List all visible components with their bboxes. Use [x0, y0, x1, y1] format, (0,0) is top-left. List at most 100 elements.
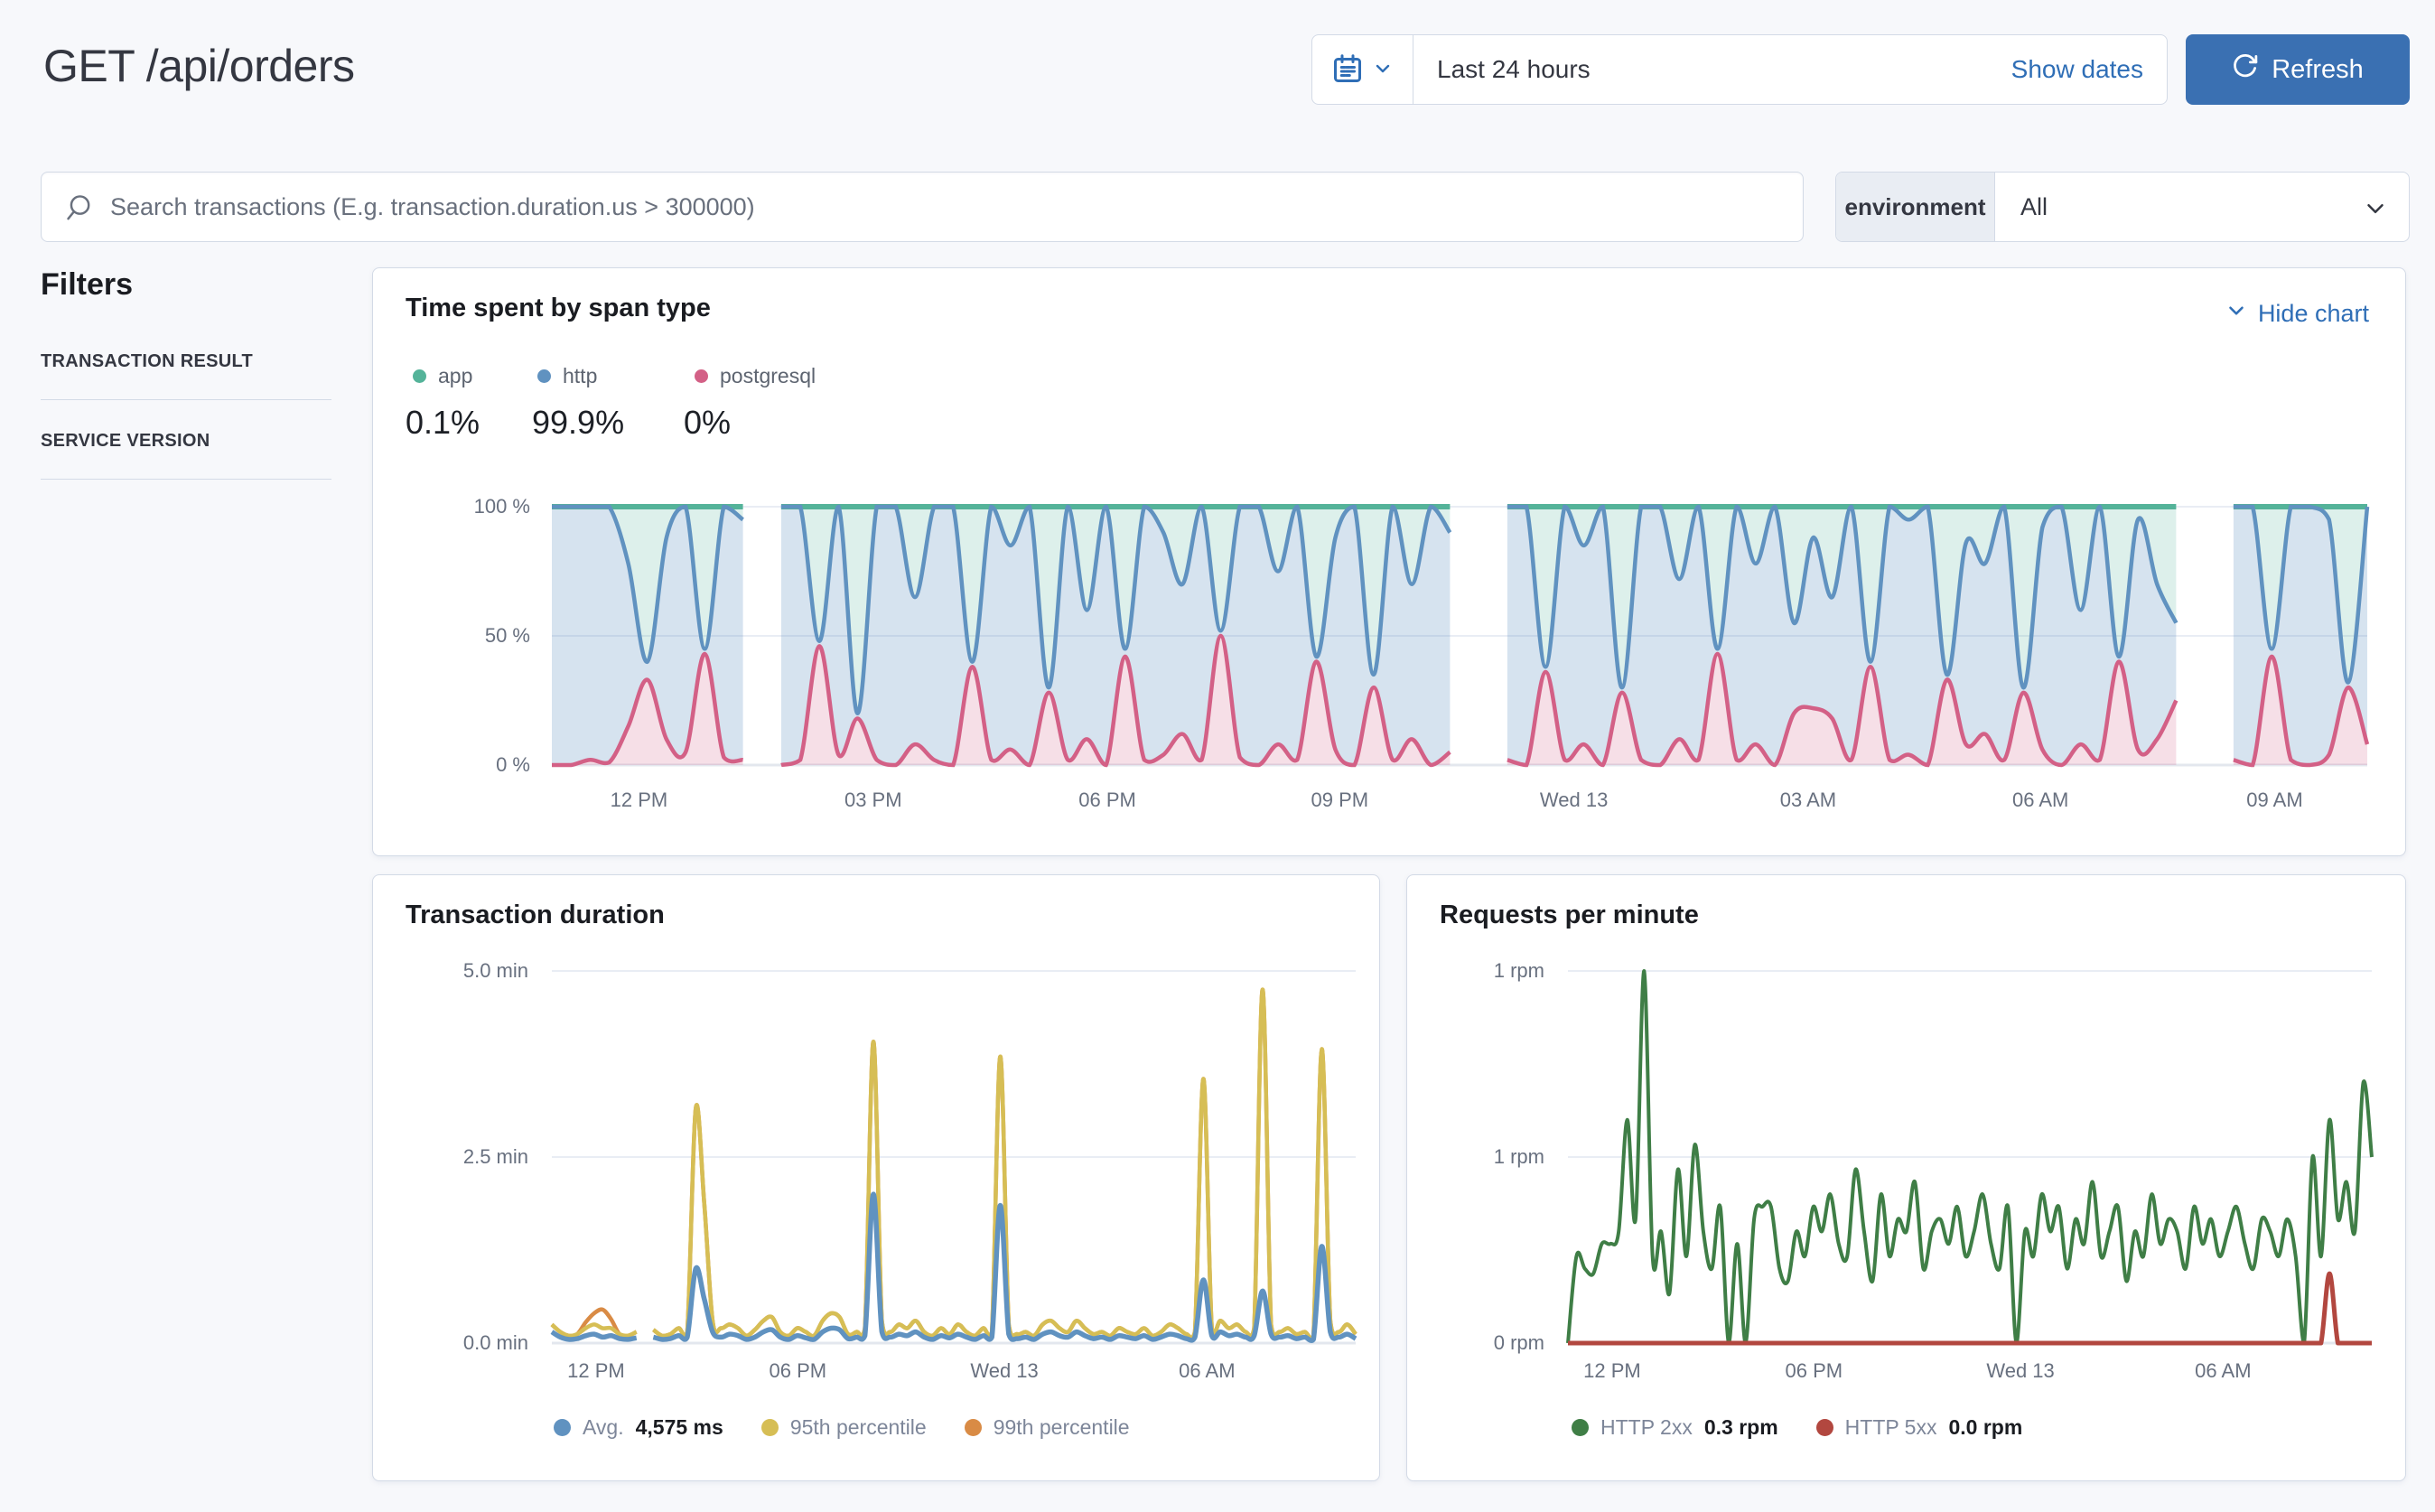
x-axis-label: 12 PM [610, 789, 668, 811]
span-chart-svg [551, 504, 2370, 768]
environment-value: All [2020, 192, 2048, 220]
transaction-duration-panel: Transaction duration 5.0 min 2.5 min 0.0 m… [372, 874, 1380, 1481]
hide-chart-label: Hide chart [2257, 300, 2369, 327]
legend-value: 4,575 ms [635, 1415, 723, 1439]
legend-item-95th-percentile[interactable]: 95th percentile [760, 1415, 927, 1440]
chart-legend: HTTP 2xx 0.3 rpm HTTP 5xx 0.0 rpm [1572, 1415, 2022, 1440]
x-axis-label: 03 AM [1779, 789, 1837, 811]
legend-dot [537, 369, 551, 383]
req-plot-svg [1566, 969, 2374, 1346]
legend-item-avg[interactable]: Avg. 4,575 ms [554, 1415, 723, 1440]
chart-plot-area[interactable] [550, 962, 1357, 1352]
legend-label: 99th percentile [993, 1415, 1130, 1439]
legend-item-99th-percentile[interactable]: 99th percentile [964, 1415, 1130, 1440]
filter-section-service-version[interactable]: SERVICE VERSION [41, 400, 331, 480]
x-axis-label: 09 PM [1311, 789, 1369, 811]
x-axis: 12 PM 03 PM 06 PM 09 PM Wed 13 03 AM 06 AM 09 A… [552, 789, 2367, 816]
x-axis-label: 09 AM [2246, 789, 2303, 811]
legend-dot [554, 1419, 571, 1436]
x-axis-label: 06 PM [1078, 789, 1136, 811]
panel-title: Requests per minute [1440, 901, 1699, 929]
refresh-button[interactable]: Refresh [2186, 34, 2410, 105]
legend-label: Avg. [583, 1415, 624, 1439]
x-axis-label: Wed 13 [1539, 789, 1609, 811]
search-input[interactable] [110, 173, 1781, 241]
refresh-icon [2232, 52, 2259, 87]
x-axis-label: Wed 13 [1986, 1359, 2055, 1382]
legend-item-http-5xx[interactable]: HTTP 5xx 0.0 rpm [1815, 1415, 2023, 1440]
legend-label: 95th percentile [789, 1415, 927, 1439]
time-spent-by-span-type-panel: Time spent by span type Hide chart app h… [372, 267, 2406, 856]
y-axis-label: 5.0 min [462, 959, 528, 982]
x-axis-label: 12 PM [567, 1359, 625, 1382]
x-axis-label: 03 PM [844, 789, 902, 811]
filters-heading: Filters [41, 267, 134, 302]
hide-chart-link[interactable]: Hide chart [2225, 299, 2369, 329]
requests-per-minute-panel: Requests per minute 1 rpm 1 rpm 0 rpm 12 P… [1406, 874, 2406, 1481]
legend-dot [695, 369, 708, 383]
x-axis-label: Wed 13 [970, 1359, 1039, 1382]
panel-title: Time spent by span type [406, 294, 711, 322]
y-axis-label: 1 rpm [1493, 1145, 1544, 1168]
dur-plot-svg [550, 970, 1357, 1345]
search-bar [41, 172, 1804, 242]
filter-section-label: TRANSACTION RESULT [41, 351, 254, 371]
apm-transaction-page: GET /api/orders Last 24 hours Show dates… [0, 0, 2435, 1512]
legend-dot [760, 1419, 779, 1436]
chart-legend: Avg. 4,575 ms 95th percentile 99th perce… [554, 1415, 1130, 1440]
chart-plot-area[interactable] [551, 501, 2370, 772]
page-title: GET /api/orders [43, 41, 355, 91]
legend-dot [413, 369, 426, 383]
span-percentage-http: 99.9% [532, 404, 625, 441]
y-axis-label: 100 % [473, 495, 530, 518]
y-axis-label: 2.5 min [462, 1145, 528, 1168]
requests-per-minute-chart: 1 rpm 1 rpm 0 rpm 12 PM 06 PM Wed 13 06 AM [1407, 959, 2392, 1441]
legend-item-http-2xx[interactable]: HTTP 2xx 0.3 rpm [1572, 1415, 1778, 1440]
legend-label: http [563, 364, 598, 387]
span-type-chart: 100 % 50 % 0 % 12 PM 03 PM 06 PM 09 PM Wed 13 0… [373, 495, 2407, 857]
calendar-icon [1331, 52, 1364, 88]
legend-label: postgresql [720, 364, 816, 387]
legend-label: app [438, 364, 473, 387]
environment-label: environment [1836, 173, 1995, 241]
x-axis-label: 06 AM [1179, 1359, 1236, 1382]
y-axis-label: 50 % [484, 624, 530, 647]
y-axis-label: 0 % [496, 753, 530, 776]
span-percentage-postgresql: 0% [684, 404, 732, 441]
chevron-down-icon [2225, 299, 2248, 329]
filter-section-transaction-result[interactable]: TRANSACTION RESULT [41, 351, 331, 400]
refresh-button-label: Refresh [2272, 54, 2364, 84]
x-axis-label: 06 PM [1785, 1359, 1843, 1382]
environment-select[interactable]: All [1995, 173, 2409, 241]
show-dates-link[interactable]: Show dates [2011, 55, 2167, 84]
filter-section-label: SERVICE VERSION [41, 431, 210, 451]
legend-dot [1815, 1419, 1833, 1436]
legend-dot [1572, 1419, 1589, 1436]
x-axis-label: 12 PM [1583, 1359, 1641, 1382]
legend-item-http[interactable]: http [537, 364, 597, 388]
y-axis-label: 0 rpm [1493, 1331, 1544, 1354]
span-percentage-app: 0.1% [406, 404, 480, 441]
y-axis: 100 % 50 % 0 % [373, 495, 541, 776]
time-range-value[interactable]: Last 24 hours [1413, 55, 2011, 84]
x-axis-label: 06 PM [769, 1359, 827, 1382]
transaction-duration-chart: 5.0 min 2.5 min 0.0 min 12 PM 06 PM Wed 13 06… [373, 959, 1367, 1441]
x-axis-label: 06 AM [2012, 789, 2069, 811]
filters-sidebar: Filters TRANSACTION RESULT SERVICE VERSI… [41, 267, 331, 480]
date-picker-calendar-button[interactable] [1312, 35, 1413, 104]
y-axis-label: 1 rpm [1493, 959, 1544, 982]
environment-filter: environment All [1835, 172, 2410, 242]
legend-label: HTTP 5xx [1844, 1415, 1937, 1439]
y-axis-label: 0.0 min [462, 1331, 528, 1354]
legend-item-postgresql[interactable]: postgresql [695, 364, 816, 388]
date-picker: Last 24 hours Show dates [1311, 34, 2168, 105]
legend-dot [964, 1419, 982, 1436]
legend-value: 0.3 rpm [1703, 1415, 1778, 1439]
legend-item-app[interactable]: app [413, 364, 472, 388]
legend-value: 0.0 rpm [1948, 1415, 2023, 1439]
chevron-down-icon [1372, 58, 1394, 82]
panel-title: Transaction duration [406, 901, 665, 929]
legend-label: HTTP 2xx [1600, 1415, 1693, 1439]
x-axis-label: 06 AM [2195, 1359, 2252, 1382]
chart-plot-area[interactable] [1566, 962, 2374, 1352]
